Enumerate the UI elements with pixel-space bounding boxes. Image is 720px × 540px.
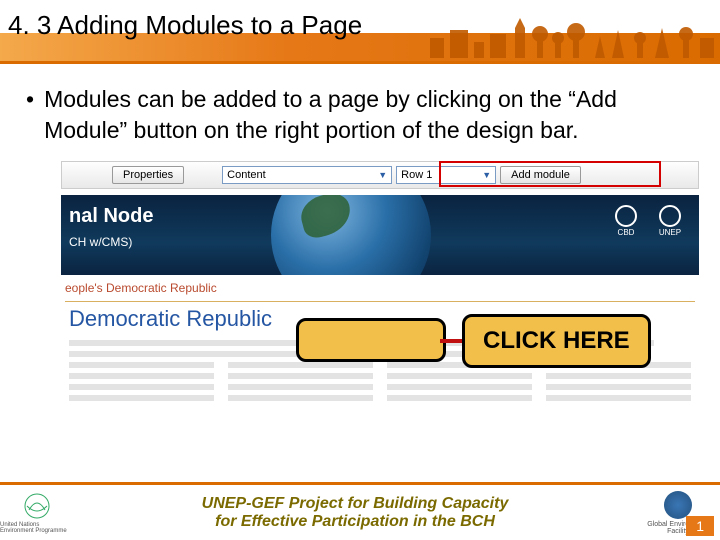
- row-select-value: Row 1: [401, 169, 432, 181]
- page-number: 1: [686, 516, 714, 536]
- banner-subtitle-fragment: CH w/CMS): [61, 233, 140, 251]
- click-here-callout: CLICK HERE: [462, 314, 651, 368]
- bullet-text: Modules can be added to a page by clicki…: [44, 84, 700, 146]
- callout-source-box: [296, 318, 446, 362]
- content-select-value: Content: [227, 169, 266, 181]
- footer-left-caption: United Nations Environment Programme: [0, 522, 74, 534]
- globe-icon: [271, 195, 431, 275]
- chevron-down-icon: ▼: [378, 170, 387, 180]
- cbd-logo-icon: CBD: [609, 205, 643, 239]
- highlight-box-toolbar: [439, 161, 661, 187]
- footer-line2: for Effective Participation in the BCH: [74, 513, 636, 531]
- bullet-item: • Modules can be added to a page by clic…: [20, 84, 700, 146]
- callout-label: CLICK HERE: [483, 327, 630, 354]
- site-banner: nal Node CH w/CMS) CBD UNEP: [61, 195, 699, 275]
- bullet-dot-icon: •: [26, 84, 34, 146]
- footer-project-title: UNEP-GEF Project for Building Capacity f…: [74, 495, 636, 531]
- gef-logo-icon: [664, 491, 692, 519]
- embedded-screenshot: Properties Content ▼ Row 1 ▼ Add module …: [60, 160, 700, 411]
- slide-header: 4. 3 Adding Modules to a Page: [0, 0, 720, 64]
- section-title: 4. 3 Adding Modules to a Page: [0, 0, 720, 41]
- breadcrumb[interactable]: eople's Democratic Republic: [61, 275, 699, 301]
- slide-footer: United Nations Environment Programme UNE…: [0, 482, 720, 540]
- banner-logos: CBD UNEP: [609, 205, 687, 239]
- properties-button[interactable]: Properties: [112, 166, 184, 184]
- footer-left-logo: United Nations Environment Programme: [0, 492, 74, 534]
- content-select[interactable]: Content ▼: [222, 166, 392, 184]
- unep-logo-icon: UNEP: [653, 205, 687, 239]
- footer-line1: UNEP-GEF Project for Building Capacity: [74, 495, 636, 513]
- banner-title-fragment: nal Node: [61, 201, 161, 232]
- unep-logo-icon: [23, 492, 51, 520]
